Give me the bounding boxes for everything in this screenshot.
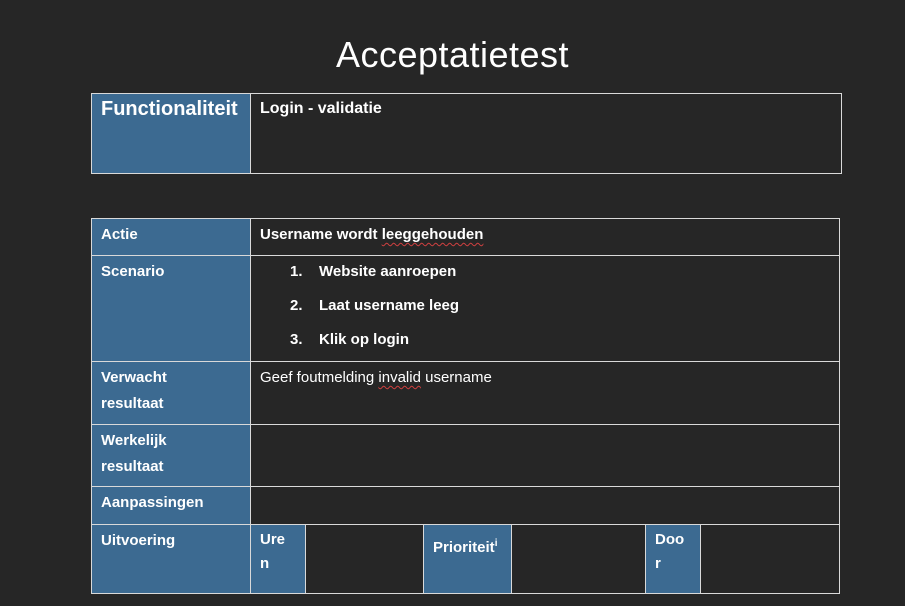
door-value[interactable] [701, 525, 839, 593]
actie-row: Actie Username wordt leeggehouden [91, 218, 840, 256]
actie-value-text: Username wordt [260, 226, 382, 243]
step-text: Klik op login [319, 331, 409, 348]
uitvoering-subrow: Ure n Prioriteiti Doo r [251, 525, 839, 593]
uitvoering-row: Uitvoering Ure n Prioriteiti Doo r [91, 524, 840, 594]
prioriteit-label: Prioriteiti [424, 525, 512, 593]
door-label-line2: r [655, 555, 661, 572]
list-item: 2. Laat username leeg [260, 293, 839, 327]
step-number: 2. [290, 297, 303, 314]
werkelijk-label: Werkelijk resultaat [91, 424, 251, 487]
step-text: Website aanroepen [319, 263, 457, 280]
functionality-table: Functionaliteit Login - validatie [91, 93, 842, 174]
prioriteit-label-text: Prioriteit [433, 539, 495, 556]
verwacht-label-line1: Verwacht [101, 369, 167, 386]
uitvoering-label: Uitvoering [91, 524, 251, 594]
uren-label-line1: Ure [260, 531, 286, 548]
prioriteit-footnote[interactable]: i [495, 538, 498, 549]
verwacht-value-text-end: username [420, 369, 492, 386]
aanpassingen-value[interactable] [250, 486, 840, 525]
step-text: Laat username leeg [319, 297, 460, 314]
functionality-value[interactable]: Login - validatie [250, 93, 842, 174]
verwacht-label-line2: resultaat [101, 395, 164, 412]
actie-label: Actie [91, 218, 251, 256]
prioriteit-value[interactable] [512, 525, 646, 593]
test-case-table: Actie Username wordt leeggehouden Scenar… [91, 218, 840, 594]
werkelijk-value[interactable] [250, 424, 840, 487]
uitvoering-value: Ure n Prioriteiti Doo r [250, 524, 840, 594]
uren-label-line2: n [260, 555, 270, 572]
list-item: 1. Website aanroepen [260, 259, 839, 293]
verwacht-label: Verwacht resultaat [91, 361, 251, 425]
werkelijk-label-line2: resultaat [101, 458, 164, 475]
scenario-row: Scenario 1. Website aanroepen 2. Laat user… [91, 255, 840, 362]
werkelijk-label-line1: Werkelijk [101, 432, 167, 449]
step-number: 3. [290, 331, 303, 348]
functionality-row: Functionaliteit Login - validatie [91, 93, 842, 174]
scenario-label: Scenario [91, 255, 251, 362]
actie-value-spellcheck: leeggehouden [381, 226, 484, 243]
werkelijk-row: Werkelijk resultaat [91, 424, 840, 487]
page-title: Acceptatietest [335, 34, 570, 75]
verwacht-value-spellcheck: invalid [378, 369, 421, 386]
door-label-line1: Doo [655, 531, 685, 548]
functionality-label: Functionaliteit [91, 93, 251, 174]
uren-value[interactable] [306, 525, 424, 593]
actie-value[interactable]: Username wordt leeggehouden [250, 218, 840, 256]
list-item: 3. Klik op login [260, 327, 839, 361]
scenario-value[interactable]: 1. Website aanroepen 2. Laat username leeg… [250, 255, 840, 362]
aanpassingen-row: Aanpassingen [91, 486, 840, 525]
uren-label: Ure n [251, 525, 306, 593]
door-label: Doo r [646, 525, 701, 593]
step-number: 1. [290, 263, 303, 280]
scenario-steps-list: 1. Website aanroepen 2. Laat username leeg… [260, 259, 839, 361]
verwacht-value-text: Geef foutmelding [260, 369, 379, 386]
aanpassingen-label: Aanpassingen [91, 486, 251, 525]
verwacht-value[interactable]: Geef foutmelding invalid username [250, 361, 840, 425]
verwacht-row: Verwacht resultaat Geef foutmelding inval… [91, 361, 840, 425]
